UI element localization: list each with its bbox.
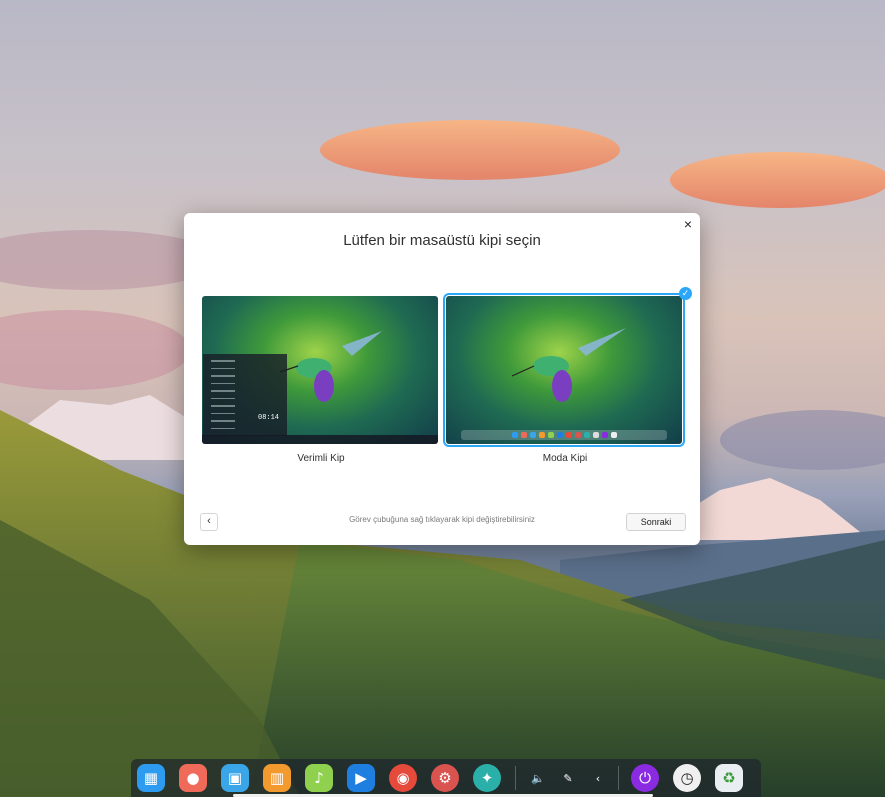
file-manager-icon[interactable]: ▣ [221,764,249,792]
chrome-icon[interactable]: ◉ [389,764,417,792]
efficient-mode-preview: 08:14 [202,296,438,444]
volume-icon[interactable]: 🔈 [528,764,548,792]
fashion-mode-option[interactable]: ✓ Moda Kipi [443,287,692,464]
preview-dock [461,430,667,440]
next-button[interactable]: Sonraki [626,513,686,531]
hint-text: Görev çubuğuna sağ tıklayarak kipi değiş… [349,515,535,524]
selected-check-icon: ✓ [679,287,692,300]
dialog-title: Lütfen bir masaüstü kipi seçin [343,232,541,249]
power-icon[interactable]: ⏻ [631,764,659,792]
dock: ▦ ● ▣ ▥ ♪ ▶ ◉ ⚙ ✦ 🔈 ✎ ‹ ⏻ ◷ ♻ [131,759,761,797]
screen-recorder-icon[interactable]: ● [179,764,207,792]
clock-icon[interactable]: ◷ [673,764,701,792]
close-button[interactable]: × [680,216,696,232]
video-player-icon[interactable]: ▶ [347,764,375,792]
trash-icon[interactable]: ♻ [715,764,743,792]
dock-separator [618,766,619,790]
preview-taskbar [202,435,438,444]
efficient-mode-label: Verimli Kip [297,453,345,464]
app-store-icon[interactable]: ▥ [263,764,291,792]
settings-icon[interactable]: ⚙ [431,764,459,792]
launcher-icon[interactable]: ▦ [137,764,165,792]
music-icon[interactable]: ♪ [305,764,333,792]
desktop-mode-dialog: × Lütfen bir masaüstü kipi seçin 08:14 V… [184,213,700,545]
hummingbird-image [511,328,626,402]
deepin-icon[interactable]: ✦ [473,764,501,792]
fashion-mode-label: Moda Kipi [542,453,588,464]
pen-icon[interactable]: ✎ [558,764,578,792]
collapse-chevron-icon[interactable]: ‹ [588,764,608,792]
dock-separator [515,766,516,790]
fashion-mode-preview [443,293,685,447]
launcher-menu-preview [203,354,287,436]
efficient-mode-option[interactable]: 08:14 Verimli Kip [202,296,440,464]
preview-clock-text: 08:14 [258,414,280,422]
